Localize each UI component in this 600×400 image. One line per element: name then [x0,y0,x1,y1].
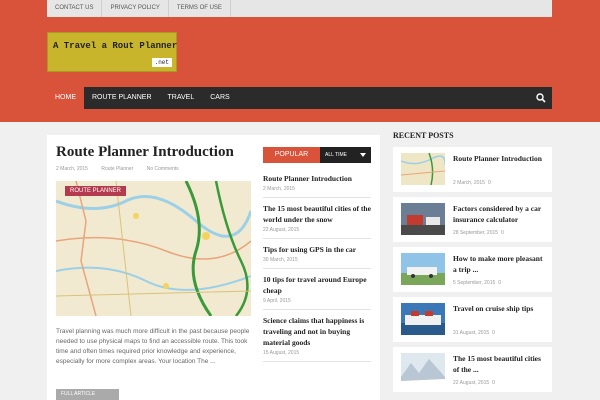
recent-post-comments[interactable]: 0 [498,280,501,286]
chevron-down-icon [360,153,366,157]
nav-item-travel[interactable]: TRAVEL [160,87,203,109]
popular-list: Route Planner Introduction 2 March, 2015… [263,173,371,367]
time-filter-label: ALL TIME [325,152,347,158]
popular-item-title[interactable]: The 15 most beautiful cities of the worl… [263,203,371,225]
popular-item-title[interactable]: 10 tips for travel around Europe cheap [263,274,371,296]
recent-post-comments[interactable]: 0 [488,180,491,186]
popular-item-title[interactable]: Tips for using GPS in the car [263,244,371,255]
top-bar: CONTACT US PRIVACY POLICY TERMS OF USE [47,0,552,17]
recent-post-meta: 22 August, 2015 0 [453,380,495,386]
recent-post-title[interactable]: The 15 most beautiful cities of the ... [453,353,548,375]
recent-post-date: 31 August, 2015 [453,330,490,336]
recent-post-thumbnail[interactable] [401,203,445,235]
recent-post[interactable]: The 15 most beautiful cities of the ... … [393,347,552,392]
recent-post-date: 28 September, 2015 [453,230,499,236]
popular-item[interactable]: 10 tips for travel around Europe cheap 9… [263,274,371,310]
post-meta: 2 March, 2015 Route Planner No Comments [56,166,191,172]
recent-post-comments[interactable]: 0 [501,230,504,236]
recent-post-date: 2 March, 2015 [453,180,485,186]
post-category[interactable]: Route Planner [101,166,133,172]
popular-item[interactable]: The 15 most beautiful cities of the worl… [263,203,371,239]
recent-post-thumbnail[interactable] [401,253,445,285]
contact-link[interactable]: CONTACT US [47,0,103,17]
popular-item-date: 2 March, 2015 [263,186,295,192]
recent-post-comments[interactable]: 0 [492,330,495,336]
popular-item-date: 22 August, 2015 [263,227,300,233]
recent-post-comments[interactable]: 0 [492,380,495,386]
category-badge[interactable]: ROUTE PLANNER [65,186,127,196]
recent-post-meta: 28 September, 2015 0 [453,230,504,236]
popular-item-date: 9 April, 2015 [263,298,291,304]
post-excerpt: Travel planning was much more difficult … [56,328,250,365]
recent-post[interactable]: Route Planner Introduction 2 March, 2015… [393,147,552,192]
recent-post-date: 5 September, 2015 [453,280,496,286]
post-title[interactable]: Route Planner Introduction [56,144,234,161]
recent-post[interactable]: How to make more pleasant a trip ... 5 S… [393,247,552,292]
main-nav: HOME ROUTE PLANNER TRAVEL CARS [47,87,552,109]
popular-item[interactable]: Science claims that happiness is traveli… [263,315,371,362]
search-icon[interactable] [530,87,552,109]
recent-post-thumbnail[interactable] [401,303,445,335]
featured-post-card: Route Planner Introduction 2 March, 2015… [47,135,380,400]
recent-post-title[interactable]: Travel on cruise ship tips [453,303,548,314]
privacy-policy-link[interactable]: PRIVACY POLICY [102,0,169,17]
recent-post-title[interactable]: Factors considered by a car insurance ca… [453,203,548,225]
recent-post[interactable]: Travel on cruise ship tips 31 August, 20… [393,297,552,342]
logo-tld: .net [151,58,172,67]
tab-popular[interactable]: POPULAR [263,147,320,163]
site-logo[interactable]: A Travel a Rout Planner .net [47,32,177,72]
recent-post-meta: 2 March, 2015 0 [453,180,491,186]
popular-item-date: 30 March, 2015 [263,257,298,263]
recent-post-thumbnail[interactable] [401,153,445,185]
recent-posts-heading: RECENT POSTS [393,131,454,140]
popular-item-date: 15 August, 2015 [263,350,300,356]
post-comments[interactable]: No Comments [147,166,179,172]
recent-post[interactable]: Factors considered by a car insurance ca… [393,197,552,242]
popular-item-title[interactable]: Science claims that happiness is traveli… [263,315,371,348]
popular-tabs: POPULAR ALL TIME [263,147,371,163]
nav-item-route-planner[interactable]: ROUTE PLANNER [84,87,160,109]
recent-posts-list: Route Planner Introduction 2 March, 2015… [393,147,552,397]
logo-text: A Travel a Rout Planner [53,41,178,51]
time-filter-dropdown[interactable]: ALL TIME [320,147,371,163]
popular-item-title[interactable]: Route Planner Introduction [263,173,371,184]
post-date: 2 March, 2015 [56,166,88,172]
popular-item[interactable]: Route Planner Introduction 2 March, 2015 [263,173,371,198]
recent-post-date: 22 August, 2015 [453,380,490,386]
recent-post-title[interactable]: Route Planner Introduction [453,153,548,164]
recent-post-title[interactable]: How to make more pleasant a trip ... [453,253,548,275]
recent-post-meta: 31 August, 2015 0 [453,330,495,336]
terms-of-use-link[interactable]: TERMS OF USE [169,0,231,17]
full-article-button[interactable]: FULL ARTICLE [56,389,119,400]
nav-item-cars[interactable]: CARS [202,87,237,109]
post-image-map[interactable]: ROUTE PLANNER [56,181,251,316]
nav-item-home[interactable]: HOME [47,87,84,109]
recent-post-thumbnail[interactable] [401,353,445,385]
popular-item[interactable]: Tips for using GPS in the car 30 March, … [263,244,371,269]
recent-post-meta: 5 September, 2015 0 [453,280,501,286]
